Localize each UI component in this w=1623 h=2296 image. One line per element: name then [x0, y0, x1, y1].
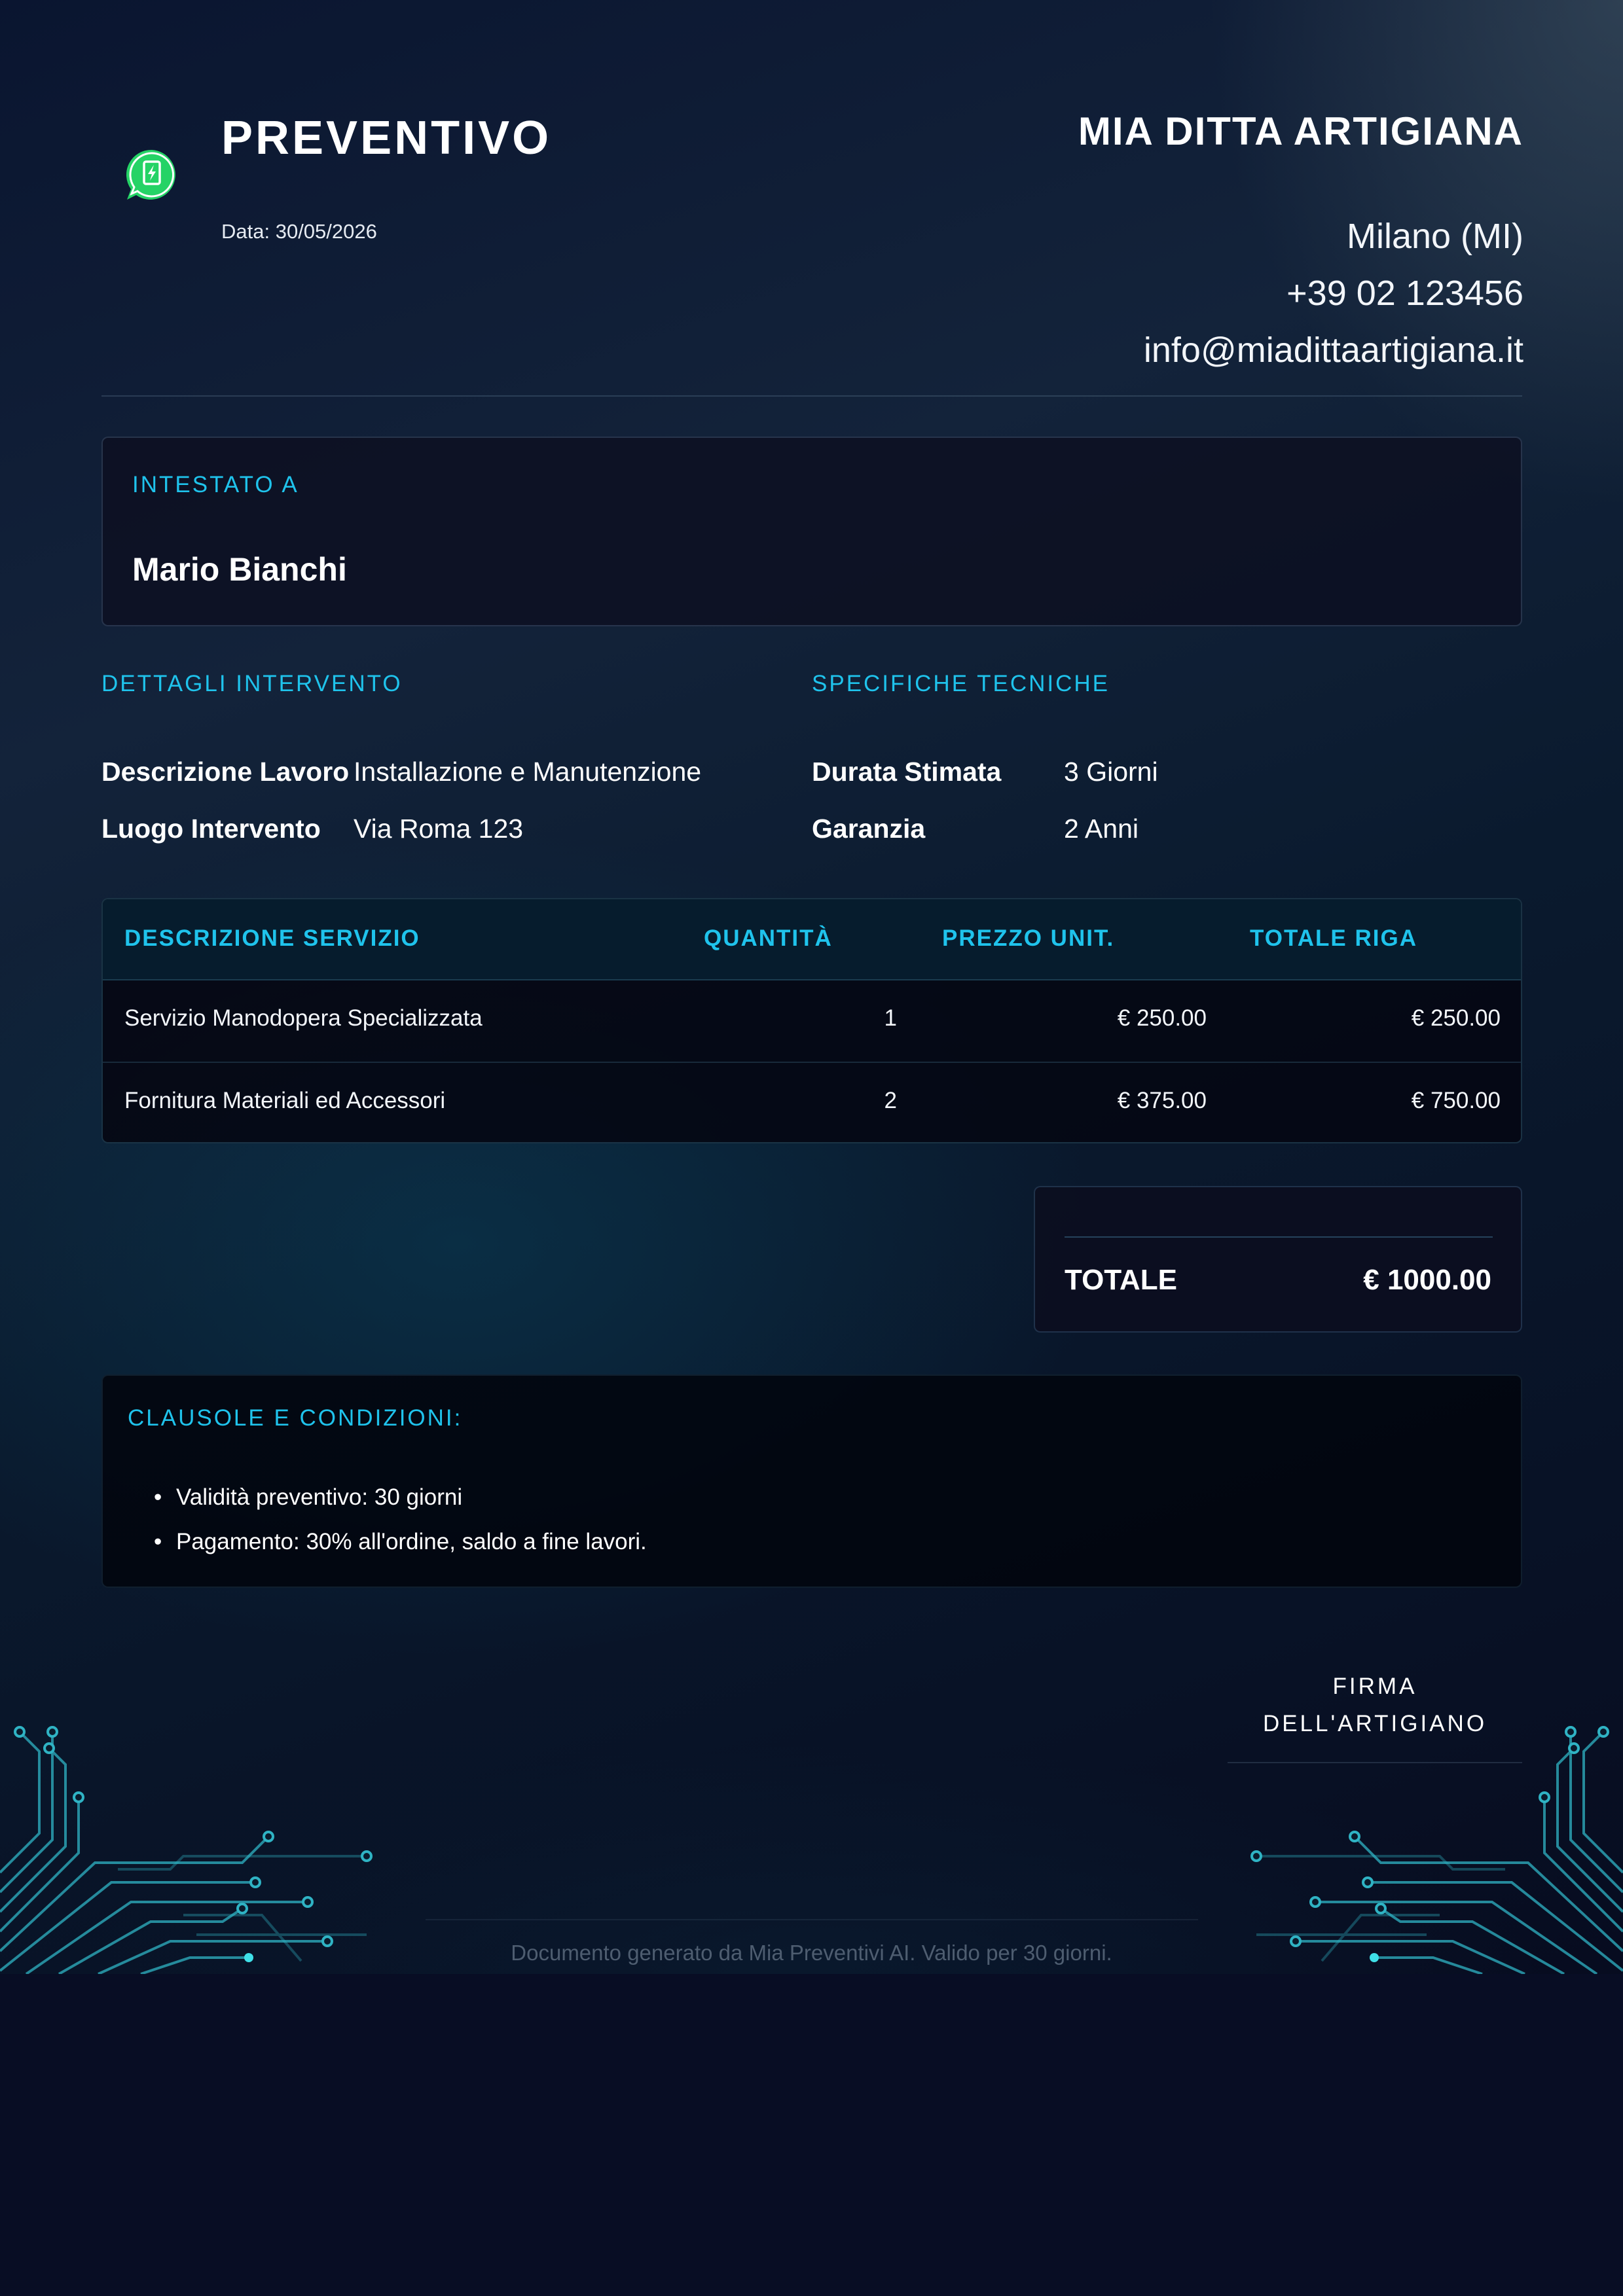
client-label: INTESTATO A [132, 472, 299, 497]
terms-box: CLAUSOLE E CONDIZIONI: Validità preventi… [101, 1374, 1522, 1588]
row-total: € 250.00 [1411, 1005, 1501, 1031]
company-email: info@miadittaartigiana.it [1143, 331, 1523, 370]
terms-item: Pagamento: 30% all'ordine, saldo a fine … [154, 1520, 647, 1564]
signature-line1: FIRMA [1332, 1674, 1417, 1699]
document-title: PREVENTIVO [221, 112, 552, 164]
row-total: € 750.00 [1411, 1088, 1501, 1113]
signature-label: FIRMA DELL'ARTIGIANO [1228, 1668, 1522, 1742]
footer-divider [426, 1919, 1198, 1920]
client-box: INTESTATO A Mario Bianchi [101, 437, 1522, 626]
signature-line [1228, 1762, 1522, 1763]
column-header: TOTALE RIGA [1250, 925, 1417, 951]
spec-value: 2 Anni [1064, 814, 1139, 844]
column-header: DESCRIZIONE SERVIZIO [124, 925, 420, 951]
detail-key: Luogo Intervento [101, 814, 321, 844]
header-divider [101, 395, 1522, 397]
signature-line2: DELL'ARTIGIANO [1262, 1711, 1487, 1736]
row-quantity: 1 [884, 1005, 897, 1031]
row-quantity: 2 [884, 1088, 897, 1113]
company-name: MIA DITTA ARTIGIANA [1078, 109, 1523, 153]
spec-key: Durata Stimata [812, 757, 1002, 787]
client-name: Mario Bianchi [132, 551, 347, 588]
document-date: Data: 30/05/2026 [221, 220, 377, 243]
terms-list: Validità preventivo: 30 giorni Pagamento… [154, 1475, 647, 1564]
table-row: Fornitura Materiali ed Accessori 2 € 375… [103, 1062, 1521, 1142]
company-phone: +39 02 123456 [1286, 274, 1523, 313]
company-contact: Milano (MI) +39 02 123456 info@miadittaa… [1144, 208, 1523, 379]
terms-label: CLAUSOLE E CONDIZIONI: [128, 1405, 463, 1431]
specs-label: SPECIFICHE TECNICHE [812, 671, 1110, 696]
column-header: PREZZO UNIT. [942, 925, 1115, 951]
company-city: Milano (MI) [1346, 217, 1523, 256]
footer-note: Documento generato da Mia Preventivi AI.… [511, 1941, 1112, 1965]
row-description: Servizio Manodopera Specializzata [124, 1005, 483, 1031]
total-divider [1065, 1236, 1493, 1238]
spec-key: Garanzia [812, 814, 926, 844]
detail-value: Installazione e Manutenzione [354, 757, 702, 787]
invoice-bolt-icon [126, 149, 175, 200]
row-description: Fornitura Materiali ed Accessori [124, 1088, 446, 1113]
terms-item: Validità preventivo: 30 giorni [154, 1475, 647, 1520]
spec-value: 3 Giorni [1064, 757, 1158, 787]
row-unit-price: € 375.00 [1117, 1088, 1207, 1113]
detail-key: Descrizione Lavoro [101, 757, 350, 787]
total-box: TOTALE € 1000.00 [1034, 1186, 1522, 1333]
quote-document: PREVENTIVO Data: 30/05/2026 MIA DITTA AR… [0, 0, 1623, 1974]
total-value: € 1000.00 [1363, 1264, 1491, 1296]
row-unit-price: € 250.00 [1117, 1005, 1207, 1031]
details-label: DETTAGLI INTERVENTO [101, 671, 403, 696]
total-label: TOTALE [1065, 1264, 1177, 1296]
table-header: DESCRIZIONE SERVIZIO QUANTITÀ PREZZO UNI… [103, 899, 1521, 980]
table-row: Servizio Manodopera Specializzata 1 € 25… [103, 980, 1521, 1062]
detail-value: Via Roma 123 [354, 814, 524, 844]
items-table: DESCRIZIONE SERVIZIO QUANTITÀ PREZZO UNI… [101, 898, 1522, 1143]
column-header: QUANTITÀ [704, 925, 833, 951]
